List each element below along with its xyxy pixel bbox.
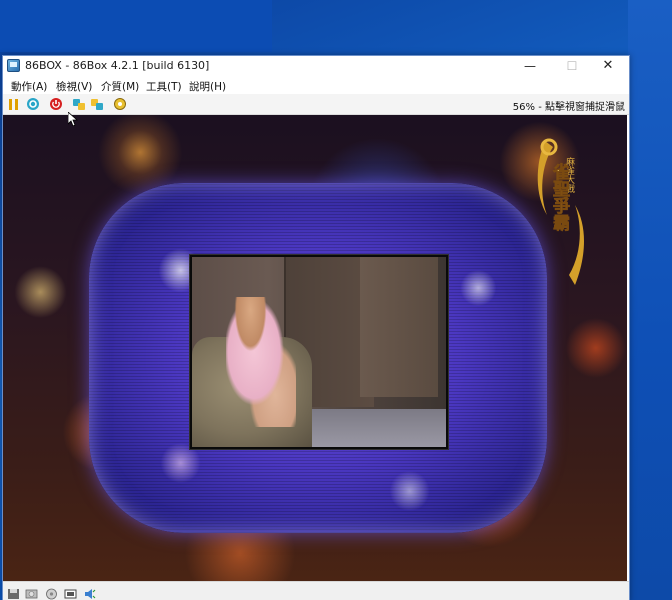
desktop-panel <box>0 0 272 52</box>
toolbar: 56% - 點擊視窗捕捉滑鼠 <box>3 94 629 115</box>
menu-action[interactable]: 動作(A) <box>11 79 47 94</box>
title-bar[interactable]: 86BOX - 86Box 4.2.1 [build 6130] — ☐ ✕ <box>3 56 629 76</box>
menu-view[interactable]: 檢視(V) <box>56 79 92 94</box>
desktop-background <box>628 0 672 600</box>
ctrl-alt-del-icon[interactable] <box>72 97 86 111</box>
emulator-window: 86BOX - 86Box 4.2.1 [build 6130] — ☐ ✕ 動… <box>2 55 630 600</box>
minimize-button[interactable]: — <box>513 56 547 76</box>
logo-title: 雀聖爭霸 <box>549 163 571 232</box>
reset-icon[interactable] <box>26 97 40 111</box>
hard-disk-icon[interactable] <box>45 585 58 600</box>
ctrl-alt-esc-icon[interactable] <box>90 97 104 111</box>
video-playback <box>190 255 448 449</box>
menu-help[interactable]: 說明(H) <box>189 79 226 94</box>
sound-icon[interactable] <box>83 585 96 599</box>
86box-app-icon <box>7 59 20 72</box>
cdrom-drive-icon[interactable] <box>25 585 38 599</box>
floppy-drive-icon[interactable] <box>7 585 20 599</box>
pause-icon[interactable] <box>7 97 21 111</box>
menu-media[interactable]: 介質(M) <box>101 79 139 94</box>
menu-tools[interactable]: 工具(T) <box>146 79 182 94</box>
emulated-screen[interactable]: 麻雀大戰 雀聖爭霸 <box>3 115 627 581</box>
menu-bar: 動作(A) 檢視(V) 介質(M) 工具(T) 說明(H) <box>3 76 629 94</box>
status-bar <box>3 581 629 600</box>
settings-icon[interactable] <box>113 97 127 111</box>
close-button[interactable]: ✕ <box>591 56 625 76</box>
network-icon[interactable] <box>64 585 77 599</box>
window-title: 86BOX - 86Box 4.2.1 [build 6130] <box>25 59 210 72</box>
mouse-cursor <box>68 112 78 126</box>
video-figure <box>226 297 296 427</box>
power-icon[interactable] <box>49 97 63 111</box>
maximize-button[interactable]: ☐ <box>555 56 589 76</box>
capture-status-text: 56% - 點擊視窗捕捉滑鼠 <box>512 102 625 113</box>
game-logo: 麻雀大戰 雀聖爭霸 <box>535 135 587 287</box>
